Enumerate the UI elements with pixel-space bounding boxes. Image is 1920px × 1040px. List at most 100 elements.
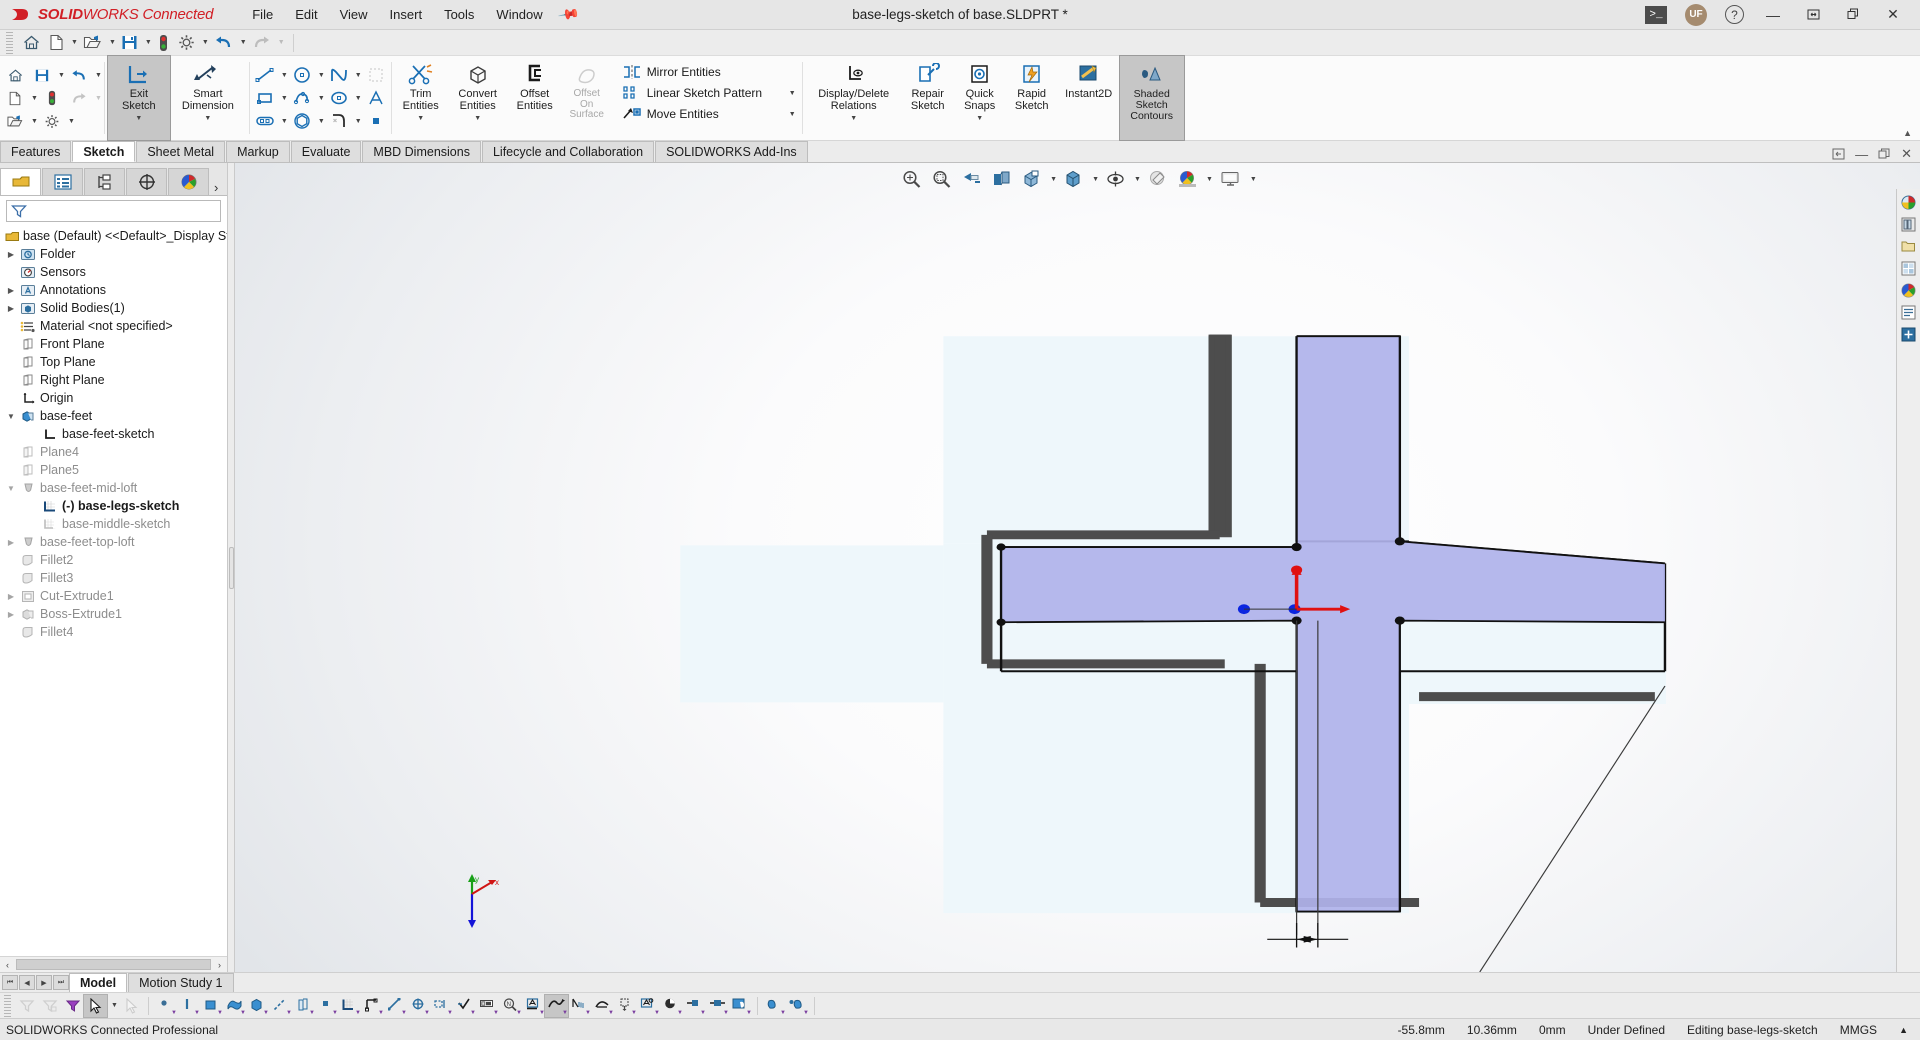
linear-sketch-pattern-caret[interactable]: ▼ <box>789 90 796 97</box>
dimxpert-manager-tab[interactable] <box>126 168 167 195</box>
appearance2-filter-icon[interactable]: ▼ <box>763 995 786 1017</box>
next-icon[interactable]: ▶ <box>36 975 52 990</box>
tree-row-fillet4[interactable]: Fillet4 <box>0 623 227 641</box>
save-caret[interactable]: ▼ <box>58 72 65 79</box>
shaded-sketch-contours-button[interactable]: Shaded Sketch Contours <box>1118 55 1185 141</box>
last-icon[interactable]: ⏭ <box>53 975 69 990</box>
tab-solidworks-addins[interactable]: SOLIDWORKS Add-Ins <box>655 141 808 162</box>
qat-new-caret[interactable]: ▼ <box>71 39 78 46</box>
panel-splitter[interactable] <box>228 163 235 972</box>
text-icon[interactable] <box>363 87 389 109</box>
feature-tree-tab[interactable] <box>0 168 41 195</box>
tree-row-plane4[interactable]: Plane4 <box>0 443 227 461</box>
tree-expander[interactable]: ▶ <box>4 250 18 259</box>
connector2-filter-icon[interactable]: ▼ <box>706 995 729 1017</box>
pin-icon[interactable]: 📌 <box>556 3 580 27</box>
tree-expander[interactable]: ▶ <box>4 592 18 601</box>
rectangle-caret[interactable]: ▼ <box>281 95 288 102</box>
gear-icon[interactable] <box>39 110 65 132</box>
line-caret[interactable]: ▼ <box>281 72 288 79</box>
display-manager-tab[interactable] <box>168 168 209 195</box>
tree-expander[interactable]: ▶ <box>4 304 18 313</box>
undo-caret[interactable]: ▼ <box>95 72 102 79</box>
status-units[interactable]: MMGS <box>1840 1023 1877 1037</box>
sketch-filter-icon[interactable]: ▼ <box>338 995 361 1017</box>
dimension-filter-icon[interactable]: ▼ <box>522 995 545 1017</box>
tree-row-base-feet-top-loft[interactable]: ▶ base-feet-top-loft <box>0 533 227 551</box>
spline-caret[interactable]: ▼ <box>355 72 362 79</box>
qat-undo-caret[interactable]: ▼ <box>240 39 247 46</box>
polygon-arc-caret[interactable]: ▼ <box>318 95 325 102</box>
exit-sketch-dropdown[interactable]: ▼ <box>135 113 142 125</box>
terminal-icon[interactable]: >_ <box>1645 5 1667 24</box>
balloon-filter-icon[interactable]: ▼ <box>637 995 660 1017</box>
menu-window[interactable]: Window <box>485 3 553 26</box>
smart-dimension-button[interactable]: Smart Dimension ▼ <box>170 56 246 140</box>
surface-filter-icon[interactable]: ▼ <box>223 995 246 1017</box>
connector-filter-icon[interactable]: ▼ <box>683 995 706 1017</box>
tree-expander[interactable]: ▶ <box>4 286 18 295</box>
save-icon[interactable] <box>29 64 55 86</box>
new-doc-caret[interactable]: ▼ <box>31 95 38 102</box>
bottom-tab-motion-study[interactable]: Motion Study 1 <box>128 973 234 992</box>
tab-sketch[interactable]: Sketch <box>72 141 136 162</box>
curve-filter-icon[interactable]: ▼ <box>544 993 569 1018</box>
maximize-panel-icon[interactable] <box>1878 148 1891 160</box>
tree-expander[interactable]: ▼ <box>4 484 18 493</box>
solidworks-resources-icon[interactable] <box>1899 192 1919 212</box>
appearances-scenes-icon[interactable] <box>1899 280 1919 300</box>
scroll-right-icon[interactable]: › <box>212 960 227 970</box>
property-manager-tab[interactable] <box>42 168 83 195</box>
close-button[interactable]: ✕ <box>1882 5 1904 25</box>
mirror-entities-item[interactable]: Mirror Entities <box>618 63 800 81</box>
bottom-tab-model[interactable]: Model <box>69 973 128 992</box>
toolbar-grip[interactable] <box>6 31 13 54</box>
tree-row-plane5[interactable]: Plane5 <box>0 461 227 479</box>
tree-row-base-legs-sketch[interactable]: (-) base-legs-sketch <box>0 497 227 515</box>
qat-home-button[interactable] <box>19 32 44 53</box>
model-view[interactable] <box>235 163 1920 972</box>
fillet-caret[interactable]: ▼ <box>355 118 362 125</box>
point-filter-icon[interactable]: ▼ <box>154 995 177 1017</box>
qat-options-button[interactable] <box>175 32 198 53</box>
tree-row-folder[interactable]: ▶ Folder <box>0 245 227 263</box>
scroll-left-icon[interactable]: ‹ <box>0 960 15 970</box>
tab-features[interactable]: Features <box>0 141 72 162</box>
exit-sketch-button[interactable]: Exit Sketch ▼ <box>106 55 171 141</box>
view-palette-icon[interactable] <box>1899 258 1919 278</box>
display-delete-relations-button[interactable]: Display/Delete Relations ▼ <box>806 56 902 140</box>
tab-mbd-dimensions[interactable]: MBD Dimensions <box>362 141 481 162</box>
pie-filter-icon[interactable]: ▼ <box>660 995 683 1017</box>
tree-expander[interactable]: ▶ <box>4 538 18 547</box>
instant2d-button[interactable]: Instant2D <box>1058 56 1120 140</box>
tree-expander[interactable]: ▼ <box>4 412 18 421</box>
menu-tools[interactable]: Tools <box>433 3 485 26</box>
convert-entities-button[interactable]: Convert Entities ▼ <box>447 56 509 140</box>
tree-row-right-plane[interactable]: Right Plane <box>0 371 227 389</box>
scroll-thumb[interactable] <box>16 959 211 970</box>
tree-row-base-middle-sketch[interactable]: base-middle-sketch <box>0 515 227 533</box>
polygon-arc-icon[interactable] <box>289 87 315 109</box>
polygon-icon[interactable] <box>289 110 315 132</box>
linear-sketch-pattern-item[interactable]: Linear Sketch Pattern ▼ <box>618 84 800 102</box>
home-icon[interactable] <box>2 64 28 86</box>
quick-snaps-button[interactable]: Quick Snaps ▼ <box>954 56 1006 140</box>
close-panel-icon[interactable]: ✕ <box>1901 146 1912 162</box>
midpoint-filter-icon[interactable]: ▼ <box>407 995 430 1017</box>
qat-options-caret[interactable]: ▼ <box>202 39 209 46</box>
face-filter-icon[interactable]: ▼ <box>200 995 223 1017</box>
fillet-icon[interactable] <box>326 110 352 132</box>
qat-redo-button[interactable] <box>249 32 274 53</box>
traffic-light-icon[interactable] <box>39 87 65 109</box>
help-icon[interactable]: ? <box>1725 5 1744 24</box>
move-entities-item[interactable]: Move Entities ▼ <box>618 105 800 123</box>
slot-caret[interactable]: ▼ <box>281 118 288 125</box>
restore-panel-icon[interactable] <box>1832 148 1845 160</box>
tree-row-solid-bodies[interactable]: ▶ Solid Bodies(1) <box>0 299 227 317</box>
tree-expander[interactable]: ▶ <box>4 610 18 619</box>
polygon-caret[interactable]: ▼ <box>318 118 325 125</box>
tree-row-base-feet-sketch[interactable]: base-feet-sketch <box>0 425 227 443</box>
minimize-panel-icon[interactable]: — <box>1855 147 1868 162</box>
quick-snaps-dropdown[interactable]: ▼ <box>976 113 983 125</box>
circle-icon[interactable] <box>289 64 315 86</box>
